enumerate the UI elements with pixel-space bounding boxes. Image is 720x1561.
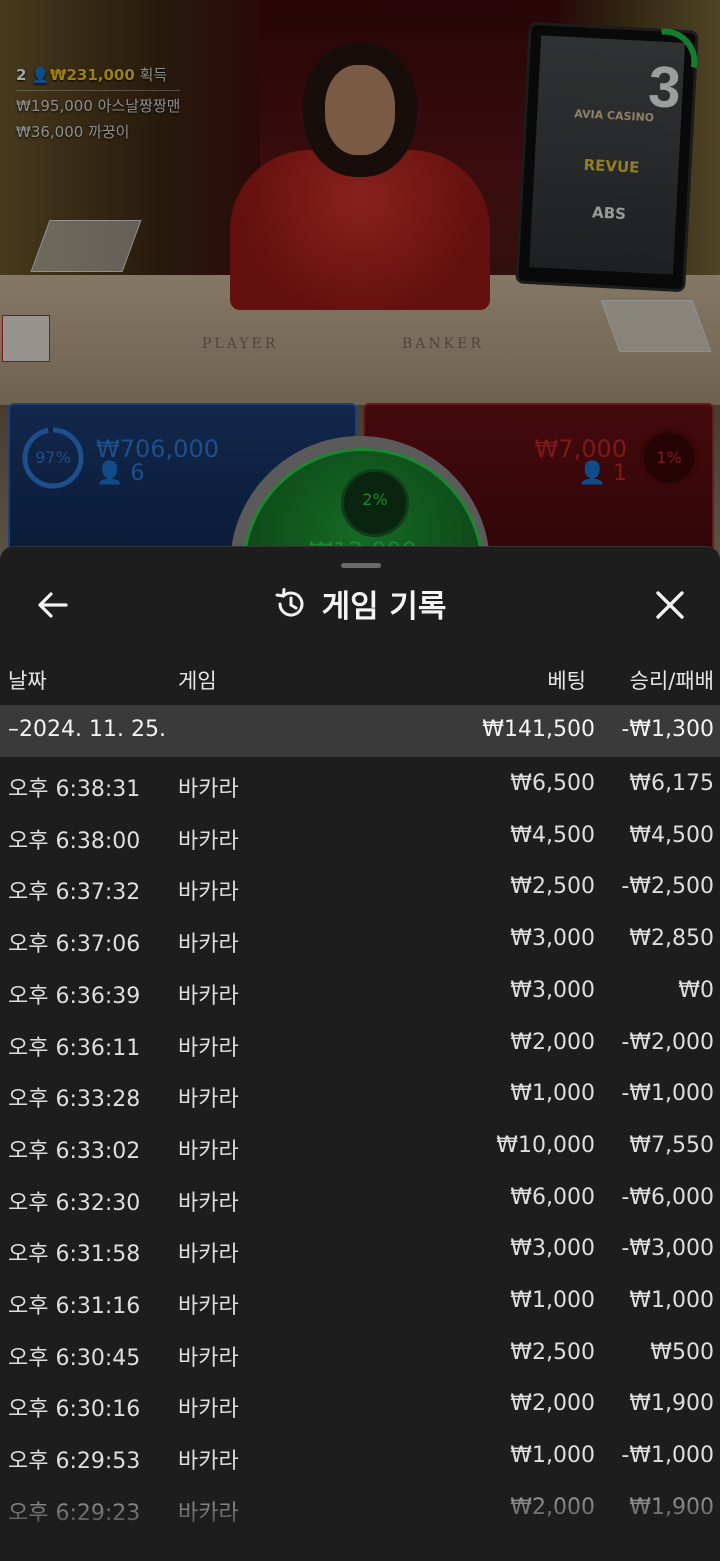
history-row[interactable]: 오후 6:31:58 바카라 ₩3,000 -₩3,000 [0, 1224, 720, 1276]
row-game: 바카라 [178, 932, 239, 958]
row-bet: ₩1,000 [510, 1288, 595, 1313]
row-bet: ₩10,000 [496, 1132, 595, 1158]
row-bet: ₩3,000 [510, 1236, 595, 1262]
date-summary-row[interactable]: –2024. 11. 25. ₩141,500 -₩1,300 [0, 705, 720, 757]
row-game: 바카라 [178, 983, 239, 1009]
row-game: 바카라 [178, 880, 239, 906]
row-bet: ₩2,500 [510, 1339, 595, 1365]
row-result: -₩1,000 [621, 1443, 714, 1469]
row-time: 오후 6:30:16 [8, 1397, 141, 1423]
row-game: 바카라 [178, 1035, 239, 1061]
row-game: 바카라 [178, 1345, 239, 1371]
sheet-title: 게임 기록 [321, 589, 447, 625]
row-game: 바카라 [178, 1138, 239, 1164]
summary-bet: ₩141,500 [482, 717, 595, 742]
history-row[interactable]: 오후 6:30:45 바카라 ₩2,500 ₩500 [0, 1328, 720, 1380]
row-time: 오후 6:37:32 [8, 880, 141, 906]
row-game: 바카라 [178, 1087, 239, 1113]
row-result: ₩7,550 [629, 1132, 714, 1158]
row-result: ₩2,850 [629, 926, 714, 952]
sheet-header: 게임 기록 [0, 581, 720, 626]
row-result: ₩4,500 [629, 822, 714, 848]
column-header-date: 날짜 [8, 669, 47, 693]
row-bet: ₩4,500 [510, 822, 595, 848]
row-time: 오후 6:36:39 [8, 983, 141, 1009]
column-header-bet: 베팅 [547, 669, 586, 693]
row-result: -₩3,000 [621, 1236, 714, 1262]
row-result: -₩2,500 [621, 874, 714, 900]
row-result: ₩1,900 [629, 1391, 714, 1417]
column-header-result: 승리/패배 [629, 669, 714, 693]
row-game: 바카라 [178, 777, 239, 802]
row-result: ₩6,175 [629, 771, 714, 796]
row-game: 바카라 [178, 1190, 239, 1216]
history-icon [275, 587, 304, 617]
row-time: 오후 6:36:11 [8, 1035, 141, 1061]
history-row[interactable]: 오후 6:38:31 바카라 ₩6,500 ₩6,175 [0, 759, 720, 811]
row-bet: ₩2,000 [510, 1391, 595, 1417]
row-time: 오후 6:30:45 [8, 1345, 141, 1371]
row-bet: ₩1,000 [510, 1081, 595, 1107]
row-result: ₩0 [678, 977, 714, 1003]
row-time: 오후 6:31:16 [8, 1294, 141, 1319]
history-row[interactable]: 오후 6:30:16 바카라 ₩2,000 ₩1,900 [0, 1379, 720, 1431]
row-bet: ₩2,000 [510, 1029, 595, 1055]
row-time: 오후 6:37:06 [8, 932, 141, 958]
row-result: -₩2,000 [621, 1029, 714, 1055]
history-row[interactable]: 오후 6:32:30 바카라 ₩6,000 -₩6,000 [0, 1173, 720, 1225]
history-row[interactable]: 오후 6:37:06 바카라 ₩3,000 ₩2,850 [0, 914, 720, 966]
row-result: ₩1,000 [629, 1288, 714, 1313]
row-game: 바카라 [178, 1397, 239, 1423]
row-bet: ₩6,500 [510, 771, 595, 796]
history-row[interactable]: 오후 6:36:11 바카라 ₩2,000 -₩2,000 [0, 1018, 720, 1070]
close-button[interactable] [650, 585, 690, 625]
summary-result: -₩1,300 [621, 717, 714, 742]
overlay-dim [0, 0, 720, 560]
row-result: -₩6,000 [621, 1184, 714, 1210]
row-time: 오후 6:32:30 [8, 1190, 141, 1216]
history-row[interactable]: 오후 6:33:02 바카라 ₩10,000 ₩7,550 [0, 1121, 720, 1173]
history-row[interactable]: 오후 6:37:32 바카라 ₩2,500 -₩2,500 [0, 862, 720, 914]
row-bet: ₩1,000 [510, 1443, 595, 1469]
history-row[interactable]: 오후 6:36:39 바카라 ₩3,000 ₩0 [0, 966, 720, 1018]
list-fade [0, 1467, 720, 1561]
row-time: 오후 6:38:31 [8, 777, 141, 802]
history-row[interactable]: 오후 6:38:00 바카라 ₩4,500 ₩4,500 [0, 811, 720, 863]
close-icon [656, 591, 684, 619]
row-time: 오후 6:31:58 [8, 1242, 141, 1268]
row-time: 오후 6:33:28 [8, 1087, 141, 1113]
game-history-sheet: 게임 기록 날짜 게임 베팅 승리/패배 –2024. 11. 25. ₩141… [0, 546, 720, 1561]
row-game: 바카라 [178, 1242, 239, 1268]
row-game: 바카라 [178, 1294, 239, 1319]
row-bet: ₩3,000 [510, 926, 595, 952]
row-bet: ₩6,000 [510, 1184, 595, 1210]
row-bet: ₩3,000 [510, 977, 595, 1003]
history-row[interactable]: 오후 6:31:16 바카라 ₩1,000 ₩1,000 [0, 1276, 720, 1328]
row-result: -₩1,000 [621, 1081, 714, 1107]
sheet-drag-handle[interactable] [341, 563, 381, 568]
summary-date: –2024. 11. 25. [8, 717, 166, 742]
column-header-game: 게임 [178, 669, 217, 693]
row-game: 바카라 [178, 828, 239, 854]
live-video-feed: PLAYER BANKER AVIA CASINO REVUE ABS 3 2 … [0, 0, 720, 560]
row-bet: ₩2,500 [510, 874, 595, 900]
row-time: 오후 6:38:00 [8, 828, 141, 854]
row-time: 오후 6:33:02 [8, 1138, 141, 1164]
history-row[interactable]: 오후 6:33:28 바카라 ₩1,000 -₩1,000 [0, 1069, 720, 1121]
row-result: ₩500 [650, 1339, 714, 1365]
